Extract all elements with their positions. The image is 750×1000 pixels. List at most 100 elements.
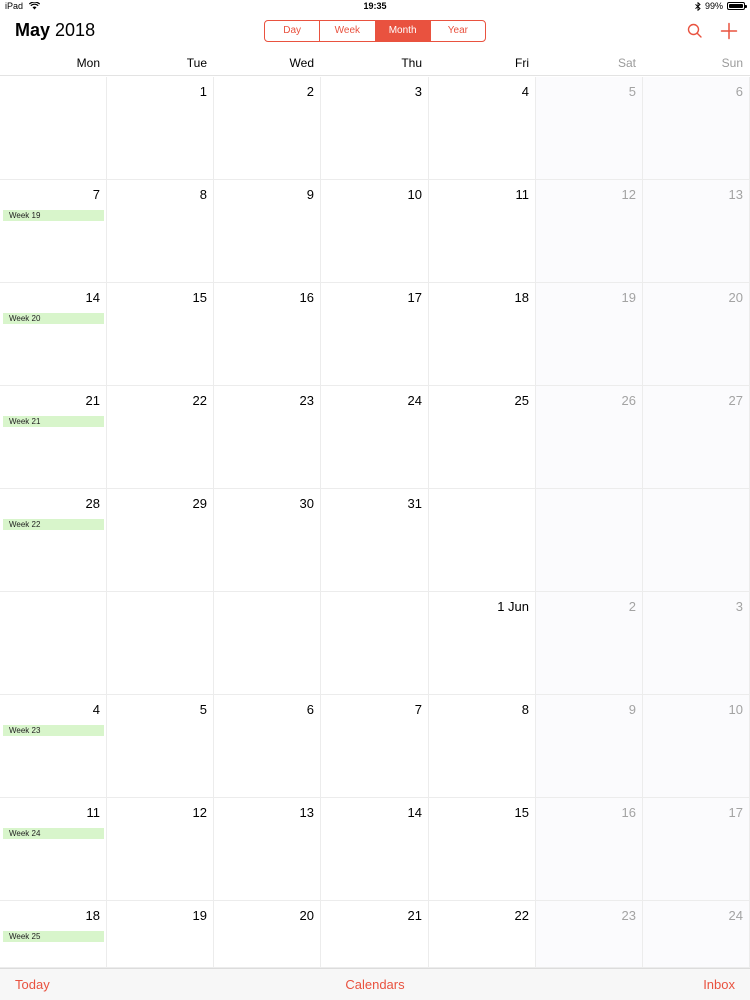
day-cell[interactable]: 3 xyxy=(643,592,750,695)
day-cell[interactable]: 10 xyxy=(643,695,750,798)
day-number: 13 xyxy=(299,805,314,820)
inbox-button[interactable]: Inbox xyxy=(703,977,735,992)
day-cell[interactable]: 13 xyxy=(214,798,321,901)
day-cell[interactable]: 9 xyxy=(214,180,321,283)
day-cell[interactable]: 8 xyxy=(429,695,536,798)
weekday-label: Sat xyxy=(617,56,636,70)
day-number: 8 xyxy=(199,187,207,202)
day-number: 7 xyxy=(92,187,100,202)
day-cell[interactable] xyxy=(0,592,107,695)
day-number: 22 xyxy=(514,908,529,923)
day-cell[interactable]: 4 xyxy=(429,77,536,180)
day-number: 20 xyxy=(728,290,743,305)
day-cell[interactable]: 12 xyxy=(107,798,214,901)
day-cell[interactable]: 7 xyxy=(321,695,429,798)
day-cell[interactable]: 20 xyxy=(214,901,321,968)
day-cell[interactable]: 6 xyxy=(214,695,321,798)
day-number: 21 xyxy=(407,908,422,923)
day-cell[interactable]: 17 xyxy=(643,798,750,901)
day-cell[interactable]: 16 xyxy=(536,798,643,901)
day-cell[interactable]: 20 xyxy=(643,283,750,386)
day-cell[interactable]: 21 xyxy=(321,901,429,968)
day-cell[interactable]: 17 xyxy=(321,283,429,386)
day-cell[interactable]: 15 xyxy=(429,798,536,901)
day-cell[interactable]: 1 Jun xyxy=(429,592,536,695)
view-tab-week[interactable]: Week xyxy=(320,21,376,41)
day-cell[interactable]: 30 xyxy=(214,489,321,592)
day-cell[interactable]: 16 xyxy=(214,283,321,386)
day-cell[interactable] xyxy=(0,77,107,180)
day-number: 16 xyxy=(621,805,636,820)
week-number-label: Week 23 xyxy=(3,725,104,736)
calendar-header: May 2018 Day Week Month Year xyxy=(0,14,750,50)
day-cell[interactable]: 12 xyxy=(536,180,643,283)
day-number: 19 xyxy=(621,290,636,305)
day-cell[interactable]: 19 xyxy=(107,901,214,968)
day-cell[interactable]: 9 xyxy=(536,695,643,798)
day-number: 17 xyxy=(407,290,422,305)
day-cell[interactable]: 5 xyxy=(536,77,643,180)
day-cell[interactable] xyxy=(429,489,536,592)
day-number: 31 xyxy=(407,496,422,511)
day-cell[interactable]: 18 xyxy=(429,283,536,386)
view-tab-year[interactable]: Year xyxy=(431,21,485,41)
day-number: 8 xyxy=(521,702,529,717)
day-cell[interactable] xyxy=(107,592,214,695)
day-cell[interactable]: 22 xyxy=(429,901,536,968)
day-cell[interactable]: 11 xyxy=(429,180,536,283)
day-cell[interactable]: 25 xyxy=(429,386,536,489)
day-cell[interactable]: 4 Week 23 xyxy=(0,695,107,798)
day-cell[interactable]: 10 xyxy=(321,180,429,283)
day-cell[interactable]: 24 xyxy=(643,901,750,968)
day-number: 14 xyxy=(407,805,422,820)
view-tab-month[interactable]: Month xyxy=(375,21,431,41)
day-cell[interactable]: 2 xyxy=(214,77,321,180)
day-cell[interactable]: 23 xyxy=(536,901,643,968)
day-cell[interactable]: 5 xyxy=(107,695,214,798)
today-button[interactable]: Today xyxy=(15,977,50,992)
day-cell[interactable]: 18 Week 25 xyxy=(0,901,107,968)
day-cell[interactable]: 13 xyxy=(643,180,750,283)
day-cell[interactable]: 2 xyxy=(536,592,643,695)
plus-icon[interactable] xyxy=(718,20,740,42)
weekday-label: Thu xyxy=(401,56,422,70)
day-cell[interactable]: 23 xyxy=(214,386,321,489)
calendars-button[interactable]: Calendars xyxy=(345,977,404,992)
view-tab-day[interactable]: Day xyxy=(265,21,321,41)
day-cell[interactable] xyxy=(643,489,750,592)
day-cell[interactable]: 14 xyxy=(321,798,429,901)
day-cell[interactable]: 19 xyxy=(536,283,643,386)
day-cell[interactable]: 1 xyxy=(107,77,214,180)
week-number-label: Week 20 xyxy=(3,313,104,324)
day-cell[interactable]: 21 Week 21 xyxy=(0,386,107,489)
search-icon[interactable] xyxy=(684,20,706,42)
day-number: 23 xyxy=(299,393,314,408)
day-cell[interactable]: 14 Week 20 xyxy=(0,283,107,386)
day-number: 16 xyxy=(299,290,314,305)
day-cell[interactable]: 7 Week 19 xyxy=(0,180,107,283)
day-cell[interactable] xyxy=(321,592,429,695)
week-number-label: Week 22 xyxy=(3,519,104,530)
day-cell[interactable]: 3 xyxy=(321,77,429,180)
day-cell[interactable] xyxy=(214,592,321,695)
day-cell[interactable]: 15 xyxy=(107,283,214,386)
day-number: 4 xyxy=(92,702,100,717)
day-cell[interactable]: 28 Week 22 xyxy=(0,489,107,592)
day-number: 26 xyxy=(621,393,636,408)
day-cell[interactable]: 27 xyxy=(643,386,750,489)
day-cell[interactable]: 24 xyxy=(321,386,429,489)
bluetooth-icon xyxy=(695,1,701,11)
weekday-label: Mon xyxy=(76,56,100,70)
day-cell[interactable] xyxy=(536,489,643,592)
day-cell[interactable]: 8 xyxy=(107,180,214,283)
day-cell[interactable]: 31 xyxy=(321,489,429,592)
week-number-label: Week 21 xyxy=(3,416,104,427)
day-cell[interactable]: 11 Week 24 xyxy=(0,798,107,901)
day-cell[interactable]: 22 xyxy=(107,386,214,489)
week-number-label: Week 24 xyxy=(3,828,104,839)
day-number: 23 xyxy=(621,908,636,923)
day-number: 13 xyxy=(728,187,743,202)
day-cell[interactable]: 6 xyxy=(643,77,750,180)
day-cell[interactable]: 26 xyxy=(536,386,643,489)
day-cell[interactable]: 29 xyxy=(107,489,214,592)
